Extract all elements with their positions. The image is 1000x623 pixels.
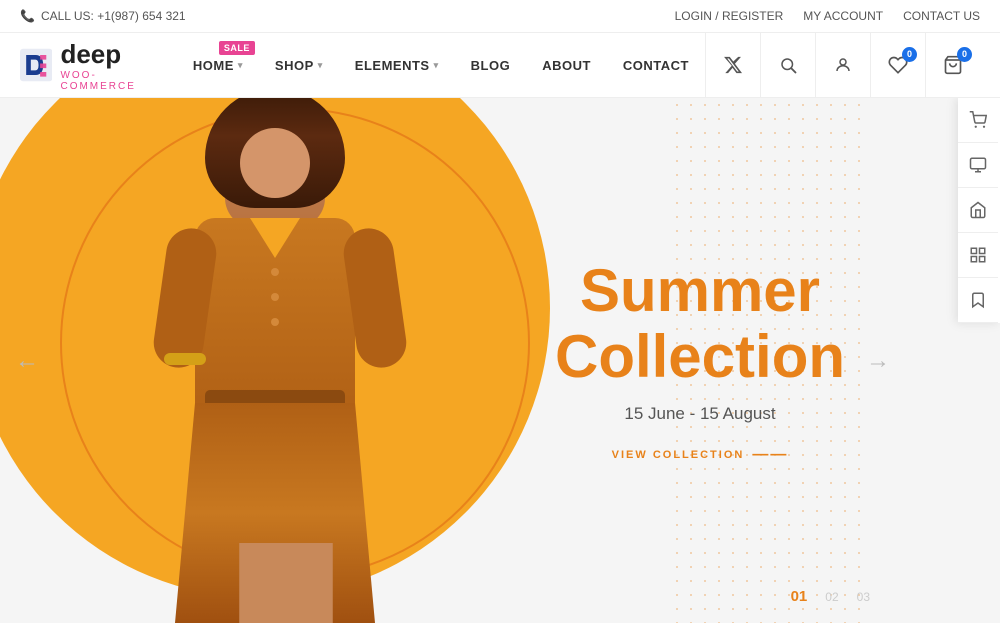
model-face xyxy=(240,128,310,198)
slide-indicator-2[interactable]: 02 xyxy=(825,590,838,604)
hero-cta[interactable]: VIEW COLLECTION —— xyxy=(555,446,845,464)
cta-label: VIEW COLLECTION xyxy=(612,449,745,461)
slide-indicators: 01 02 03 xyxy=(791,588,870,605)
nav-item-elements[interactable]: ELEMENTS ▾ xyxy=(339,33,455,98)
cart-badge: 0 xyxy=(957,47,972,62)
sidebar-grid-button[interactable] xyxy=(958,233,998,278)
phone-icon: 📞 xyxy=(20,9,35,23)
logo[interactable]: deep WOO-COMMERCE xyxy=(20,39,147,92)
model-right-leg xyxy=(278,543,333,623)
account-link[interactable]: MY ACCOUNT xyxy=(803,9,883,23)
hero-title-line2: Collection xyxy=(555,323,845,390)
sidebar-monitor-button[interactable] xyxy=(958,143,998,188)
chevron-icon: ▾ xyxy=(318,60,323,71)
user-icon xyxy=(834,56,852,74)
hero-model xyxy=(100,98,450,623)
nav-item-about[interactable]: ABOUT xyxy=(526,33,607,98)
nav-item-blog[interactable]: BLOG xyxy=(455,33,527,98)
chevron-icon: ▾ xyxy=(434,60,439,71)
button1 xyxy=(271,268,279,276)
model-head xyxy=(225,108,325,228)
nav-blog-label: BLOG xyxy=(471,58,511,73)
sidebar-bookmark-button[interactable] xyxy=(958,278,998,323)
login-link[interactable]: LOGIN / REGISTER xyxy=(675,9,784,23)
nav-home-label: HOME xyxy=(193,58,234,73)
hero-text: Summer Collection 15 June - 15 August VI… xyxy=(555,258,845,464)
main-nav: deep WOO-COMMERCE SALE HOME ▾ SHOP ▾ ELE… xyxy=(0,33,1000,98)
logo-text: deep WOO-COMMERCE xyxy=(60,39,146,92)
sidebar-cart-icon xyxy=(969,111,987,129)
wishlist-button[interactable]: 0 xyxy=(870,33,925,98)
nav-item-contact[interactable]: CONTACT xyxy=(607,33,705,98)
next-arrow[interactable]: → xyxy=(866,347,890,375)
brand-name: deep xyxy=(60,39,146,70)
bracelet xyxy=(164,353,206,365)
sale-badge: SALE xyxy=(219,41,255,55)
sidebar-monitor-icon xyxy=(969,156,987,174)
top-bar-left: 📞 CALL US: +1(987) 654 321 xyxy=(20,9,186,23)
sidebar-home-button[interactable] xyxy=(958,188,998,233)
user-button[interactable] xyxy=(815,33,870,98)
top-bar: 📞 CALL US: +1(987) 654 321 LOGIN / REGIS… xyxy=(0,0,1000,33)
nav-about-label: ABOUT xyxy=(542,58,591,73)
hero-title: Summer Collection xyxy=(555,258,845,390)
twitter-icon xyxy=(723,55,743,75)
nav-item-home[interactable]: SALE HOME ▾ xyxy=(177,33,259,98)
hero-dates: 15 June - 15 August xyxy=(555,404,845,424)
search-button[interactable] xyxy=(760,33,815,98)
cart-button[interactable]: 0 xyxy=(925,33,980,98)
slide-indicator-3[interactable]: 03 xyxy=(857,590,870,604)
search-icon xyxy=(779,56,797,74)
nav-elements-label: ELEMENTS xyxy=(355,58,430,73)
chevron-icon: ▾ xyxy=(238,60,243,71)
nav-contact-label: CONTACT xyxy=(623,58,689,73)
sidebar-grid-icon xyxy=(969,246,987,264)
hero-title-line1: Summer xyxy=(580,257,820,324)
nav-items: SALE HOME ▾ SHOP ▾ ELEMENTS ▾ BLOG ABOUT… xyxy=(177,33,705,98)
twitter-button[interactable] xyxy=(705,33,760,98)
right-sidebar xyxy=(958,98,1000,323)
contact-link[interactable]: CONTACT US xyxy=(903,9,980,23)
model-torso xyxy=(195,218,355,418)
brand-sub: WOO-COMMERCE xyxy=(60,70,146,92)
button2 xyxy=(271,293,279,301)
sidebar-home-icon xyxy=(969,201,987,219)
nav-icons: 0 0 xyxy=(705,33,980,98)
sidebar-cart-button[interactable] xyxy=(958,98,998,143)
call-label: CALL US: +1(987) 654 321 xyxy=(41,9,186,23)
nav-item-shop[interactable]: SHOP ▾ xyxy=(259,33,339,98)
logo-icon xyxy=(20,44,52,86)
hero-section: Summer Collection 15 June - 15 August VI… xyxy=(0,98,1000,623)
button3 xyxy=(271,318,279,326)
cta-arrow: —— xyxy=(752,446,788,464)
slide-indicator-1[interactable]: 01 xyxy=(791,588,808,605)
prev-arrow[interactable]: ← xyxy=(15,347,39,375)
sidebar-bookmark-icon xyxy=(969,291,987,309)
top-bar-right: LOGIN / REGISTER MY ACCOUNT CONTACT US xyxy=(675,9,980,23)
model-neckline xyxy=(250,218,300,258)
wishlist-badge: 0 xyxy=(902,47,917,62)
nav-shop-label: SHOP xyxy=(275,58,314,73)
